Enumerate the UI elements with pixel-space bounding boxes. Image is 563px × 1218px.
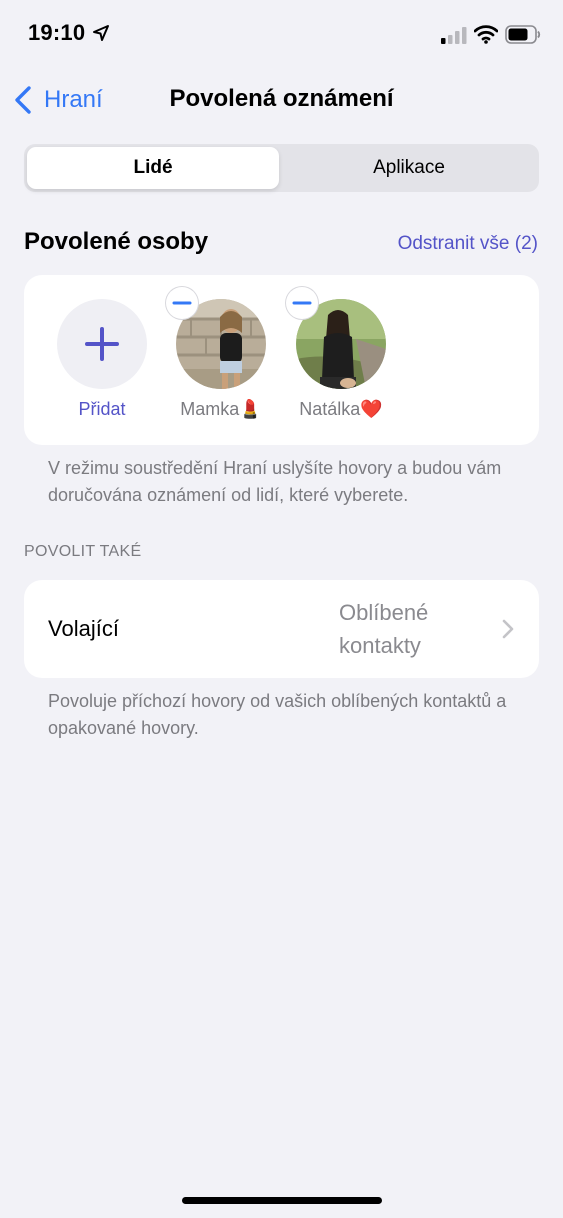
status-bar: 19:10	[0, 0, 563, 70]
also-allow-caption: POVOLIT TAKÉ	[24, 543, 142, 560]
battery-icon	[505, 25, 541, 44]
tab-lide[interactable]: Lidé	[27, 147, 279, 189]
people-card: Přidat Mamka💄 Natálka❤️	[24, 275, 539, 445]
add-person-label[interactable]: Přidat	[52, 399, 152, 420]
callers-value: Oblíbené kontakty	[339, 600, 429, 658]
plus-icon	[85, 327, 119, 361]
remove-mamka-button[interactable]	[166, 287, 198, 319]
page-title: Povolená oznámení	[169, 85, 394, 112]
allowed-people-header: Povolené osoby	[24, 228, 209, 255]
person-name-natalka: Natálka❤️	[299, 399, 383, 419]
person-name-mamka: Mamka💄	[180, 399, 262, 419]
remove-all-button[interactable]: Odstranit vše (2)	[398, 233, 538, 255]
callers-row[interactable]: Volající Oblíbené kontakty	[24, 580, 539, 678]
remove-natalka-button[interactable]	[286, 287, 318, 319]
callers-label: Volající	[48, 616, 119, 641]
status-time: 19:10	[28, 20, 86, 45]
people-footnote: V režimu soustředění Hraní uslyšíte hovo…	[48, 458, 502, 505]
segmented-control: Lidé Aplikace	[24, 144, 539, 192]
wifi-icon	[474, 25, 498, 44]
minus-circle-icon	[292, 301, 312, 305]
add-person-button[interactable]	[57, 299, 147, 389]
callers-footnote: Povoluje příchozí hovory od vašich oblíb…	[48, 691, 507, 738]
screen: 19:10 Hraní Povolená oznámení Lidé Aplik…	[0, 0, 563, 1218]
home-indicator[interactable]	[182, 1197, 382, 1204]
minus-circle-icon	[172, 301, 192, 305]
location-arrow-icon	[93, 25, 109, 41]
tab-aplikace[interactable]: Aplikace	[282, 147, 536, 189]
chevron-right-icon	[502, 619, 514, 639]
cellular-signal-icon	[441, 27, 467, 44]
